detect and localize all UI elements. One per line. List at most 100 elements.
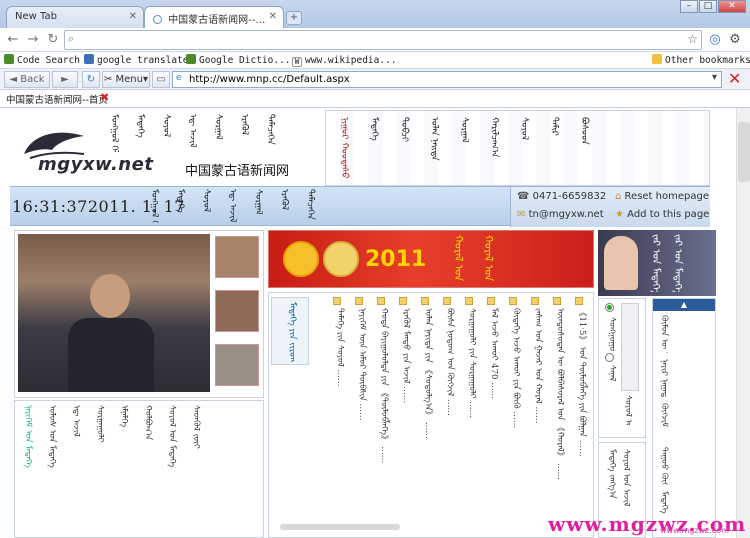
ie-page-icon[interactable]: ▭ — [152, 71, 170, 88]
wrench-icon[interactable]: ⚙ — [726, 31, 744, 49]
radio-option[interactable] — [605, 303, 614, 312]
ie-tab-close-icon[interactable]: ✖ — [100, 91, 109, 104]
reset-homepage-link[interactable]: ⌂ Reset homepage — [615, 191, 709, 202]
news-item[interactable]: ᠵᠠᠰᠠᠭ ᠤᠨ ᠭᠠᠵᠠᠷ ᠤᠨ ᠬᠤᠷᠠᠯ …… — [531, 295, 545, 533]
extension-icon[interactable]: ◎ — [706, 31, 724, 49]
menu-mongolian-item[interactable]: ᠲᠡᠮᠡᠴᠡᠭᠡᠨ — [262, 114, 278, 152]
ie-forward-button[interactable]: ► — [52, 71, 78, 88]
browser-toolbar: ← → ↻ ⌕ ☆ ◎ ⚙ — [0, 28, 750, 52]
left-news-item[interactable]: ᠰᠤᠷᠭᠠᠭᠤᠯᠢ — [93, 405, 107, 525]
news-item[interactable]: ᠬᠤᠲᠠ ᠪᠠᠶᠢᠭᠤᠯᠤᠯᠲᠠ ᠶᠢᠨ 《ᠲᠥᠯᠥᠪᠯᠡᠭᠡ》 …… — [377, 295, 391, 533]
left-news-item[interactable]: ᠡᠳ᠋ ᠠᠵᠢᠯ — [69, 405, 83, 525]
bookmark-google-translate[interactable]: google translate — [84, 53, 189, 68]
ie-address-input[interactable] — [189, 72, 714, 87]
left-news-item[interactable]: ᠤᠯᠤᠰ ᠤᠨ ᠮᠡᠳᠡᠭᠡ — [45, 405, 59, 525]
reload-icon[interactable]: ↻ — [44, 31, 62, 49]
news-photo[interactable] — [18, 234, 210, 392]
left-news-item[interactable]: ᠬᠣᠯᠪᠣᠭ᠎ᠠ — [141, 405, 155, 525]
menu-mongolian-item[interactable]: ᠡᠳ᠋ ᠠᠵᠢᠯ — [184, 114, 200, 152]
menu-mongolian-item[interactable]: ᠰᠣᠶᠣᠯ — [158, 114, 174, 152]
ie-stop-icon[interactable]: ✕ — [728, 69, 741, 88]
omnibox-input[interactable] — [81, 32, 671, 48]
bullet-icon — [443, 297, 451, 305]
scrollbar-thumb[interactable] — [738, 122, 750, 182]
close-window-button[interactable]: ✕ — [718, 0, 746, 13]
bookmark-label: www.wikipedia... — [305, 55, 397, 66]
site-logo-text[interactable]: mgyxw.net — [38, 154, 153, 175]
news-item[interactable]: ᠡᠷᠡᠭᠦᠯ ᠮᠡᠨᠳᠦ ᠶᠢᠨ ᠠᠵᠢᠯ …… — [399, 295, 413, 533]
tab-active-site[interactable]: 中国蒙古语新闻网--… ✕ — [144, 6, 284, 28]
photo-thumbnail[interactable] — [215, 236, 259, 278]
model-mongolian-text: ᠵᠠᠷ ᠤᠨ ᠮᠡᠳᠡᠭᠡ — [650, 234, 661, 292]
menu-mongolian-item[interactable]: ᠡᠷᠡᠭᠦᠯ — [236, 114, 252, 152]
add-page-link[interactable]: ★ Add to this page — [615, 209, 709, 220]
minimize-button[interactable]: – — [680, 0, 698, 13]
menu-mongolian-item[interactable]: ᠲᠠᠮᠢᠷ — [546, 117, 562, 179]
ie-dropdown-icon[interactable]: ▾ — [712, 72, 717, 83]
menu-mongolian-item[interactable]: ᠨᠢᠭᠤᠷ ᠬᠤᠤᠳᠠᠰᠤ — [336, 117, 352, 179]
bookmark-wikipedia[interactable]: Wwww.wikipedia... — [292, 53, 397, 68]
menu-mongolian-item[interactable]: ᠮᠡᠳᠡᠭᠡ — [132, 114, 148, 152]
news-item[interactable]: ᠲᠡᠮᠡᠭᠡ ᠶᠢᠨ ᠰᠣᠶᠣᠯ …… — [333, 295, 347, 533]
omnibox[interactable]: ⌕ ☆ — [64, 30, 702, 50]
news-item[interactable]: 《11·5》 ᠤᠨ ᠲᠥᠯᠥᠪᠯᠡᠭᠡ ᠶᠢᠨ ᠪᠤᠯᠭᠠᠨ …… — [575, 295, 589, 533]
menu-mongolian-item[interactable]: ᠮᠣᠩᠭᠣᠯ ᠬᠡᠯᠡ — [106, 114, 122, 152]
ie-back-button[interactable]: ◄ Back — [4, 71, 50, 88]
left-news-panel: ᠨᠡᠶᠢᠭᠡᠮ ᠤᠨ ᠮᠡᠳᠡᠭᠡ ᠤᠯᠤᠰ ᠤᠨ ᠮᠡᠳᠡᠭᠡ ᠡᠳ᠋ ᠠᠵᠢ… — [14, 400, 264, 538]
ie-refresh-icon[interactable]: ↻ — [82, 71, 100, 88]
star-icon[interactable]: ☆ — [687, 32, 698, 46]
menu-mongolian-item[interactable]: ᠰᠤᠷᠭᠠᠯ — [210, 114, 226, 152]
horizontal-scrollbar-thumb[interactable] — [280, 524, 400, 530]
menu-mongolian-item[interactable]: ᠣᠯᠠᠨ ᠨᠡᠢᠲᠡ — [426, 117, 442, 179]
search-icon: ⌕ — [68, 32, 75, 45]
other-bookmarks[interactable]: Other bookmarks — [652, 53, 750, 68]
tab-close-icon[interactable]: ✕ — [269, 11, 277, 22]
poll-scrollbar[interactable] — [621, 303, 639, 391]
menu-mongolian-item[interactable]: ᠮᠡᠳᠡᠭᠡ — [366, 117, 382, 179]
ie-tab-label[interactable]: 中国蒙古语新闻网--首页 — [6, 92, 108, 106]
menu-mongolian-item[interactable]: ᠰᠤᠷᠭᠠᠯ — [456, 117, 472, 179]
email-row[interactable]: ✉ tn@mgyxw.net — [517, 209, 604, 220]
menu-mongolian-item[interactable]: ᠲᠣᠪᠴᠢ — [396, 117, 412, 179]
left-news-item[interactable]: ᠰᠣᠶᠣᠯ ᠤᠨ ᠮᠡᠳᠡᠭᠡ — [165, 405, 179, 525]
news-item[interactable]: ᠰᠤᠷᠭᠠᠭᠤᠯᠢ ᠶᠢᠨ ᠰᠤᠷᠭᠠᠭᠤᠯᠢ …… — [465, 295, 479, 533]
ie-address-bar[interactable]: e — [172, 71, 722, 88]
radio-option[interactable] — [605, 353, 614, 362]
bookmark-code-search[interactable]: Code Search — [4, 53, 80, 68]
tab-close-icon[interactable]: ✕ — [129, 11, 137, 22]
model-advertisement[interactable]: ᠵᠠᠷ ᠤᠨ ᠮᠡᠳᠡᠭᠡ ᠵᠠᠷ ᠤᠨ ᠮᠡᠳᠡᠭᠡ — [598, 230, 716, 296]
right-list-item[interactable]: ᠬᠦᠮᠦᠨ ᠦ ᠠᠮᠢᠳᠤᠷᠠᠯ — [657, 315, 711, 353]
ccpcc-banner[interactable]: 2011 ᠬᠤᠷᠠᠯ ᠤᠨ ᠮᠡᠳᠡᠭᠡ ᠬᠤᠷᠠᠯ ᠤᠨ ᠮᠡᠳᠡᠭᠡ — [268, 230, 594, 288]
bookmark-google-dictionary[interactable]: Google Dictio... — [186, 53, 291, 68]
left-news-item[interactable]: ᠰᠡᠳᠭᠦᠯ ᠵᠦᠢ — [189, 405, 203, 525]
page-scrollbar[interactable] — [736, 108, 750, 538]
maximize-button[interactable]: □ — [699, 0, 717, 13]
new-tab-button[interactable]: + — [286, 11, 302, 25]
right-list-item[interactable]: ᠳᠠᠭᠤᠤ ᠬᠥᠭᠵᠢᠮ — [657, 447, 711, 485]
left-news-item[interactable]: ᠨᠡᠶᠢᠭᠡᠮ ᠤᠨ ᠮᠡᠳᠡᠭᠡ — [21, 405, 35, 525]
news-item[interactable]: ᠬᠥᠳᠡᠭᠡ ᠠᠵᠤ ᠠᠬᠤᠢ ᠶᠢᠨ ᠪᠥᠬᠥ …… — [509, 295, 523, 533]
right-list-item[interactable]: ᠬᠥᠭᠵᠢᠮ — [657, 403, 711, 441]
menu-mongolian-item[interactable]: ᠪᠤᠰᠤᠳ — [576, 117, 592, 179]
menu-mongolian-item[interactable]: ᠰᠣᠶᠣᠯ — [516, 117, 532, 179]
photo-thumbnail[interactable] — [215, 290, 259, 332]
center-news-panel: ᠮᠡᠳᠡᠭᠡ ᠶᠢᠨ ᠵᠢᠷᠤᠭ 《11·5》 ᠤᠨ ᠲᠥᠯᠥᠪᠯᠡᠭᠡ ᠶᠢᠨ… — [268, 292, 594, 538]
tab-new-tab[interactable]: New Tab ✕ — [6, 6, 144, 28]
news-item[interactable]: ᠨᠡᠶᠢᠭᠡᠮ ᠦᠨ ᠠᠮᠤᠷ ᠲᠦᠪᠰᠢᠨ …… — [355, 295, 369, 533]
scroll-up-icon[interactable]: ▲ — [653, 299, 715, 311]
bar-script: ᠲᠡᠮᠡᠴᠡᠭᠡᠨ — [305, 189, 315, 220]
photo-thumbnail[interactable] — [215, 344, 259, 386]
forward-arrow-icon[interactable]: → — [24, 31, 42, 49]
news-item[interactable]: ᠦᠨᠳᠦᠰᠦᠲᠡᠨ ᠦ ᠪᠣᠯᠪᠠᠰᠤᠷᠠᠯ ᠤᠨ 《ᠬᠤᠷᠠᠯ》 …… — [553, 295, 567, 533]
left-news-item[interactable]: ᠡᠮᠨᠡᠯᠭᠡ — [117, 405, 131, 525]
news-item[interactable]: ᠪᠦᠰᠡ ᠨᠤᠲᠤᠭ ᠤᠨ ᠬᠥᠭᠵᠢᠯ …… — [443, 295, 457, 533]
news-item[interactable]: ᠮᠠᠯ ᠠᠵᠤ ᠠᠬᠤᠢ 470 …… — [487, 295, 501, 533]
ie-menu-button[interactable]: ✂ Menu▾ — [102, 71, 150, 88]
right-list-item[interactable]: ᠨᠠᠶᠢᠷ ᠨᠠᠭᠠᠳᠤᠮ — [657, 359, 711, 397]
menu-mongolian-item[interactable]: ᠬᠠᠷᠢᠯᠴᠠᠭ᠎ᠠ — [486, 117, 502, 179]
bookmark-label: Code Search — [17, 55, 80, 66]
bullet-icon — [421, 297, 429, 305]
emblem-icon — [283, 241, 319, 277]
back-arrow-icon[interactable]: ← — [4, 31, 22, 49]
news-item[interactable]: ᠣᠯᠠᠨ ᠨᠡᠶᠢᠲᠡ ᠶᠢᠨ 《ᠰᠤᠳᠤᠯᠭ᠎ᠠ》 …… — [421, 295, 435, 533]
